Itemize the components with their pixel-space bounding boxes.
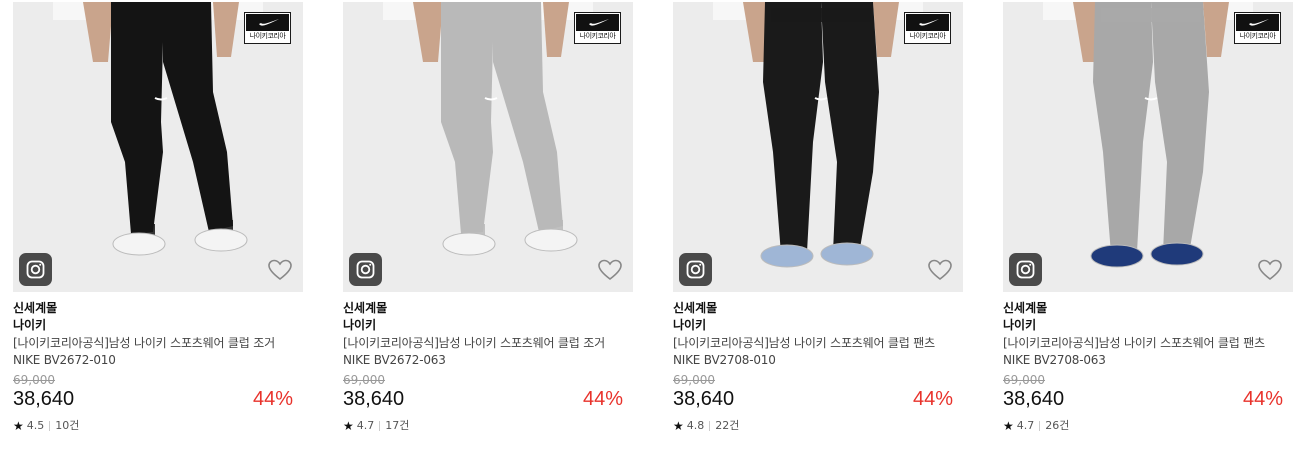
product-title[interactable]: [나이키코리아공식]남성 나이키 스포츠웨어 클럽 팬츠 NIKE BV2708… — [1003, 335, 1283, 369]
mall-name: 신세계몰 — [343, 301, 388, 315]
rating-row: ★ 4.8 22건 — [673, 419, 963, 433]
product-card[interactable]: 나이키코리아 신세계몰 나이키 [나이키코리아공식]남성 나이키 스포츠웨어 클… — [13, 2, 303, 460]
original-price: 69,000 — [673, 373, 715, 387]
product-info: 신세계몰 나이키 [나이키코리아공식]남성 나이키 스포츠웨어 클럽 조거 NI… — [13, 300, 303, 433]
instagram-icon[interactable] — [19, 253, 52, 286]
nike-swoosh-icon — [246, 14, 289, 31]
instagram-icon[interactable] — [349, 253, 382, 286]
nike-swoosh-icon — [906, 14, 949, 31]
review-count: 17건 — [385, 419, 410, 432]
brand-name: 나이키 — [673, 318, 707, 332]
product-card[interactable]: 나이키코리아 신세계몰 나이키 [나이키코리아공식]남성 나이키 스포츠웨어 클… — [673, 2, 963, 460]
product-image[interactable]: 나이키코리아 — [673, 2, 963, 292]
review-count: 22건 — [715, 419, 740, 432]
product-info: 신세계몰 나이키 [나이키코리아공식]남성 나이키 스포츠웨어 클럽 팬츠 NI… — [1003, 300, 1293, 433]
rating-value: 4.7 — [1016, 419, 1035, 432]
divider — [1039, 421, 1041, 431]
original-price: 69,000 — [13, 373, 55, 387]
heart-outline-icon[interactable] — [927, 258, 953, 282]
star-icon: ★ — [343, 419, 354, 433]
nike-swoosh-icon — [576, 14, 619, 31]
rating-value: 4.7 — [356, 419, 375, 432]
review-count: 10건 — [55, 419, 80, 432]
sale-price: 38,640 — [343, 388, 405, 410]
review-count: 26건 — [1045, 419, 1070, 432]
product-grid: 나이키코리아 신세계몰 나이키 [나이키코리아공식]남성 나이키 스포츠웨어 클… — [13, 2, 1295, 460]
mall-name: 신세계몰 — [13, 301, 58, 315]
original-price: 69,000 — [343, 373, 385, 387]
instagram-icon[interactable] — [1009, 253, 1042, 286]
product-title[interactable]: [나이키코리아공식]남성 나이키 스포츠웨어 클럽 팬츠 NIKE BV2708… — [673, 335, 953, 369]
heart-outline-icon[interactable] — [597, 258, 623, 282]
sale-price: 38,640 — [13, 388, 75, 410]
mall-name: 신세계몰 — [673, 301, 718, 315]
rating-row: ★ 4.7 26건 — [1003, 419, 1293, 433]
sale-price: 38,640 — [673, 388, 735, 410]
brand-badge: 나이키코리아 — [244, 12, 291, 44]
brand-badge: 나이키코리아 — [1234, 12, 1281, 44]
rating-value: 4.5 — [26, 419, 45, 432]
badge-text: 나이키코리아 — [249, 32, 286, 40]
heart-outline-icon[interactable] — [1257, 258, 1283, 282]
discount-rate: 44% — [912, 388, 953, 410]
nike-swoosh-icon — [1236, 14, 1279, 31]
product-title[interactable]: [나이키코리아공식]남성 나이키 스포츠웨어 클럽 조거 NIKE BV2672… — [13, 335, 293, 369]
product-image[interactable]: 나이키코리아 — [1003, 2, 1293, 292]
badge-text: 나이키코리아 — [909, 32, 946, 40]
discount-rate: 44% — [252, 388, 293, 410]
price-row: 38,640 44% — [343, 387, 633, 411]
product-info: 신세계몰 나이키 [나이키코리아공식]남성 나이키 스포츠웨어 클럽 조거 NI… — [343, 300, 633, 433]
divider — [709, 421, 711, 431]
brand-name: 나이키 — [13, 318, 47, 332]
price-row: 38,640 44% — [13, 387, 303, 411]
product-image[interactable]: 나이키코리아 — [343, 2, 633, 292]
price-row: 38,640 44% — [1003, 387, 1293, 411]
rating-value: 4.8 — [686, 419, 705, 432]
brand-badge: 나이키코리아 — [574, 12, 621, 44]
rating-row: ★ 4.7 17건 — [343, 419, 633, 433]
badge-text: 나이키코리아 — [579, 32, 616, 40]
mall-name: 신세계몰 — [1003, 301, 1048, 315]
star-icon: ★ — [1003, 419, 1014, 433]
product-title[interactable]: [나이키코리아공식]남성 나이키 스포츠웨어 클럽 조거 NIKE BV2672… — [343, 335, 623, 369]
brand-name: 나이키 — [1003, 318, 1037, 332]
brand-name: 나이키 — [343, 318, 377, 332]
discount-rate: 44% — [1242, 388, 1283, 410]
product-card[interactable]: 나이키코리아 신세계몰 나이키 [나이키코리아공식]남성 나이키 스포츠웨어 클… — [343, 2, 633, 460]
product-card[interactable]: 나이키코리아 신세계몰 나이키 [나이키코리아공식]남성 나이키 스포츠웨어 클… — [1003, 2, 1293, 460]
original-price: 69,000 — [1003, 373, 1045, 387]
discount-rate: 44% — [582, 388, 623, 410]
instagram-icon[interactable] — [679, 253, 712, 286]
price-row: 38,640 44% — [673, 387, 963, 411]
divider — [379, 421, 381, 431]
product-image[interactable]: 나이키코리아 — [13, 2, 303, 292]
divider — [49, 421, 51, 431]
heart-outline-icon[interactable] — [267, 258, 293, 282]
brand-badge: 나이키코리아 — [904, 12, 951, 44]
product-info: 신세계몰 나이키 [나이키코리아공식]남성 나이키 스포츠웨어 클럽 팬츠 NI… — [673, 300, 963, 433]
star-icon: ★ — [13, 419, 24, 433]
sale-price: 38,640 — [1003, 388, 1065, 410]
star-icon: ★ — [673, 419, 684, 433]
badge-text: 나이키코리아 — [1239, 32, 1276, 40]
rating-row: ★ 4.5 10건 — [13, 419, 303, 433]
